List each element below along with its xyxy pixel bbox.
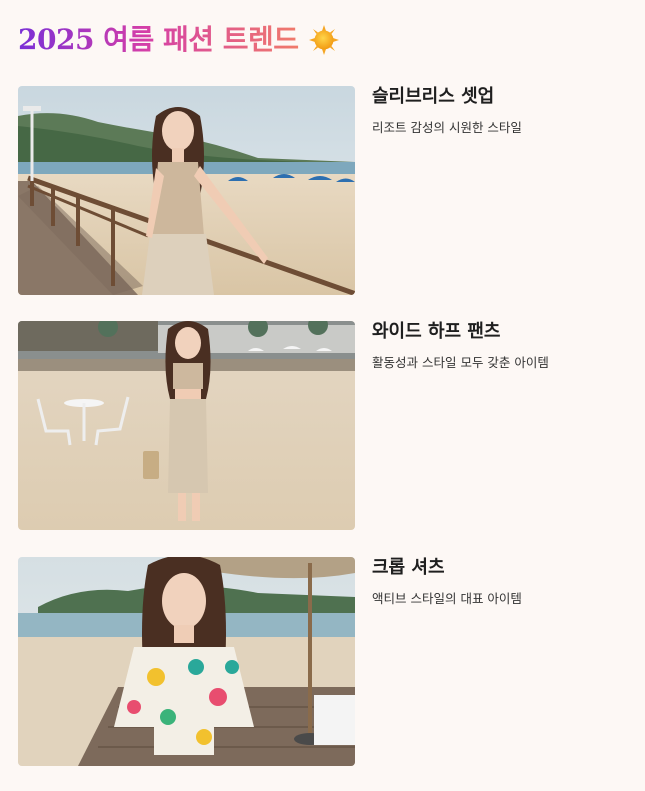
card-title: 크롭 셔츠: [372, 557, 445, 578]
photo-woman-sleeveless-beach-boardwalk: [18, 86, 355, 295]
trend-card[interactable]: 크롭 셔츠 액티브 스타일의 대표 아이템: [18, 557, 628, 766]
trend-card[interactable]: 와이드 하프 팬츠 활동성과 스타일 모두 갖춘 아이템: [18, 321, 628, 530]
photo-woman-crop-shirt-beach-deck: [18, 557, 355, 766]
page: 2025 여름 패션 트렌드 슬리브리스 셋업 리조트 감성의 시원한 스타일 …: [0, 0, 645, 791]
header: 2025 여름 패션 트렌드: [18, 18, 339, 62]
sun-icon: [308, 25, 339, 55]
card-description: 활동성과 스타일 모두 갖춘 아이템: [372, 355, 549, 370]
page-title: 2025 여름 패션 트렌드: [18, 20, 299, 60]
photo-woman-wide-half-pants-beach: [18, 321, 355, 530]
card-title: 와이드 하프 팬츠: [372, 321, 501, 342]
card-description: 액티브 스타일의 대표 아이템: [372, 591, 522, 606]
card-description: 리조트 감성의 시원한 스타일: [372, 120, 522, 135]
card-title: 슬리브리스 셋업: [372, 86, 495, 107]
trend-card[interactable]: 슬리브리스 셋업 리조트 감성의 시원한 스타일: [18, 86, 628, 295]
